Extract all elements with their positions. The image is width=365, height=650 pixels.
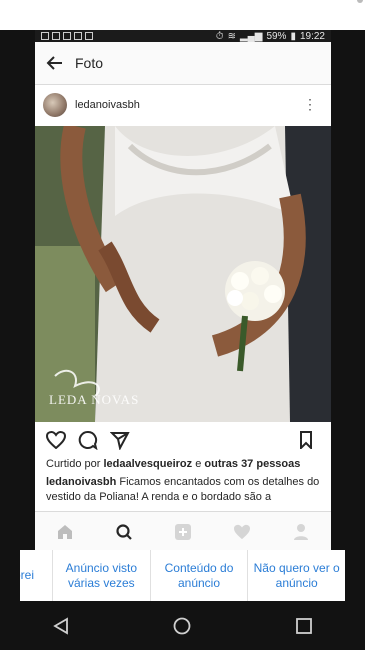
post-actions <box>35 422 331 458</box>
bottom-nav <box>35 511 331 550</box>
page-title: Foto <box>75 55 104 71</box>
facebook-icon <box>74 32 82 40</box>
wifi-icon: ≋ <box>227 30 236 42</box>
ad-option-seen-often[interactable]: Anúncio visto várias vezes <box>52 550 150 601</box>
post-header: ledanoivasbh ⋮ <box>35 84 331 126</box>
ad-option-content[interactable]: Conteúdo do anúncio <box>149 550 248 601</box>
status-notifications <box>41 32 93 40</box>
post-username[interactable]: ledanoivasbh <box>75 99 140 111</box>
facebook-icon <box>52 32 60 40</box>
avatar[interactable] <box>43 93 67 117</box>
post-photo[interactable]: LEDA NOVAS <box>35 126 331 422</box>
status-bar: ⏱ ≋ ▂▄▆ 59% ▮ 19:22 <box>35 30 331 42</box>
back-arrow-icon[interactable] <box>35 42 75 84</box>
battery-icon: ▮ <box>290 30 296 42</box>
likes-prefix: Curtido por <box>46 458 101 470</box>
clock: 19:22 <box>299 30 325 42</box>
battery-percent: 59% <box>266 30 287 42</box>
ad-option-partial[interactable]: prei <box>20 550 52 601</box>
ad-option-partial-label: prei <box>20 568 35 582</box>
nav-home-icon[interactable] <box>162 606 202 646</box>
comment-icon[interactable] <box>77 429 99 451</box>
profile-icon[interactable] <box>290 521 312 543</box>
liked-by-user[interactable]: ledaalvesqueiroz <box>103 458 192 470</box>
more-vert-icon[interactable]: ⋮ <box>303 96 317 113</box>
device-frame: ⏱ ≋ ▂▄▆ 59% ▮ 19:22 Foto ledanoivasbh ⋮ <box>0 30 365 650</box>
likes-others[interactable]: outras 37 pessoas <box>204 458 300 470</box>
activity-heart-icon[interactable] <box>231 521 253 543</box>
caption-username[interactable]: ledanoivasbh <box>46 476 116 488</box>
ad-feedback-bar: prei Anúncio visto várias vezes Conteúdo… <box>20 550 345 601</box>
search-icon[interactable] <box>113 521 135 543</box>
share-icon[interactable] <box>109 429 131 451</box>
heart-icon[interactable] <box>45 429 67 451</box>
top-edge-mark <box>357 0 363 3</box>
photo-watermark: LEDA NOVAS <box>49 392 140 407</box>
status-right: ⏱ ≋ ▂▄▆ 59% ▮ 19:22 <box>216 31 325 42</box>
alarm-icon: ⏱ <box>215 30 224 42</box>
app-bar: Foto <box>35 42 331 85</box>
bookmark-icon[interactable] <box>295 429 317 451</box>
whatsapp-icon <box>41 32 49 40</box>
ad-option-dont-want[interactable]: Não quero ver o anúncio <box>247 550 345 601</box>
top-bar <box>0 0 365 30</box>
likes-line: Curtido por ledaalvesqueiroz e outras 37… <box>46 458 300 470</box>
nav-back-icon[interactable] <box>41 606 81 646</box>
signal-icon: ▂▄▆ <box>239 30 263 42</box>
nav-recents-icon[interactable] <box>284 606 324 646</box>
instagram-screen: ⏱ ≋ ▂▄▆ 59% ▮ 19:22 Foto ledanoivasbh ⋮ <box>35 30 331 550</box>
likes-joiner: e <box>195 458 202 470</box>
gallery-icon <box>85 32 93 40</box>
system-nav-bar <box>0 602 365 650</box>
home-icon[interactable] <box>54 521 76 543</box>
gallery-icon <box>63 32 71 40</box>
bride-photo-illustration <box>35 126 331 422</box>
post-caption: ledanoivasbh Ficamos encantados com os d… <box>46 475 321 505</box>
add-icon[interactable] <box>172 521 194 543</box>
